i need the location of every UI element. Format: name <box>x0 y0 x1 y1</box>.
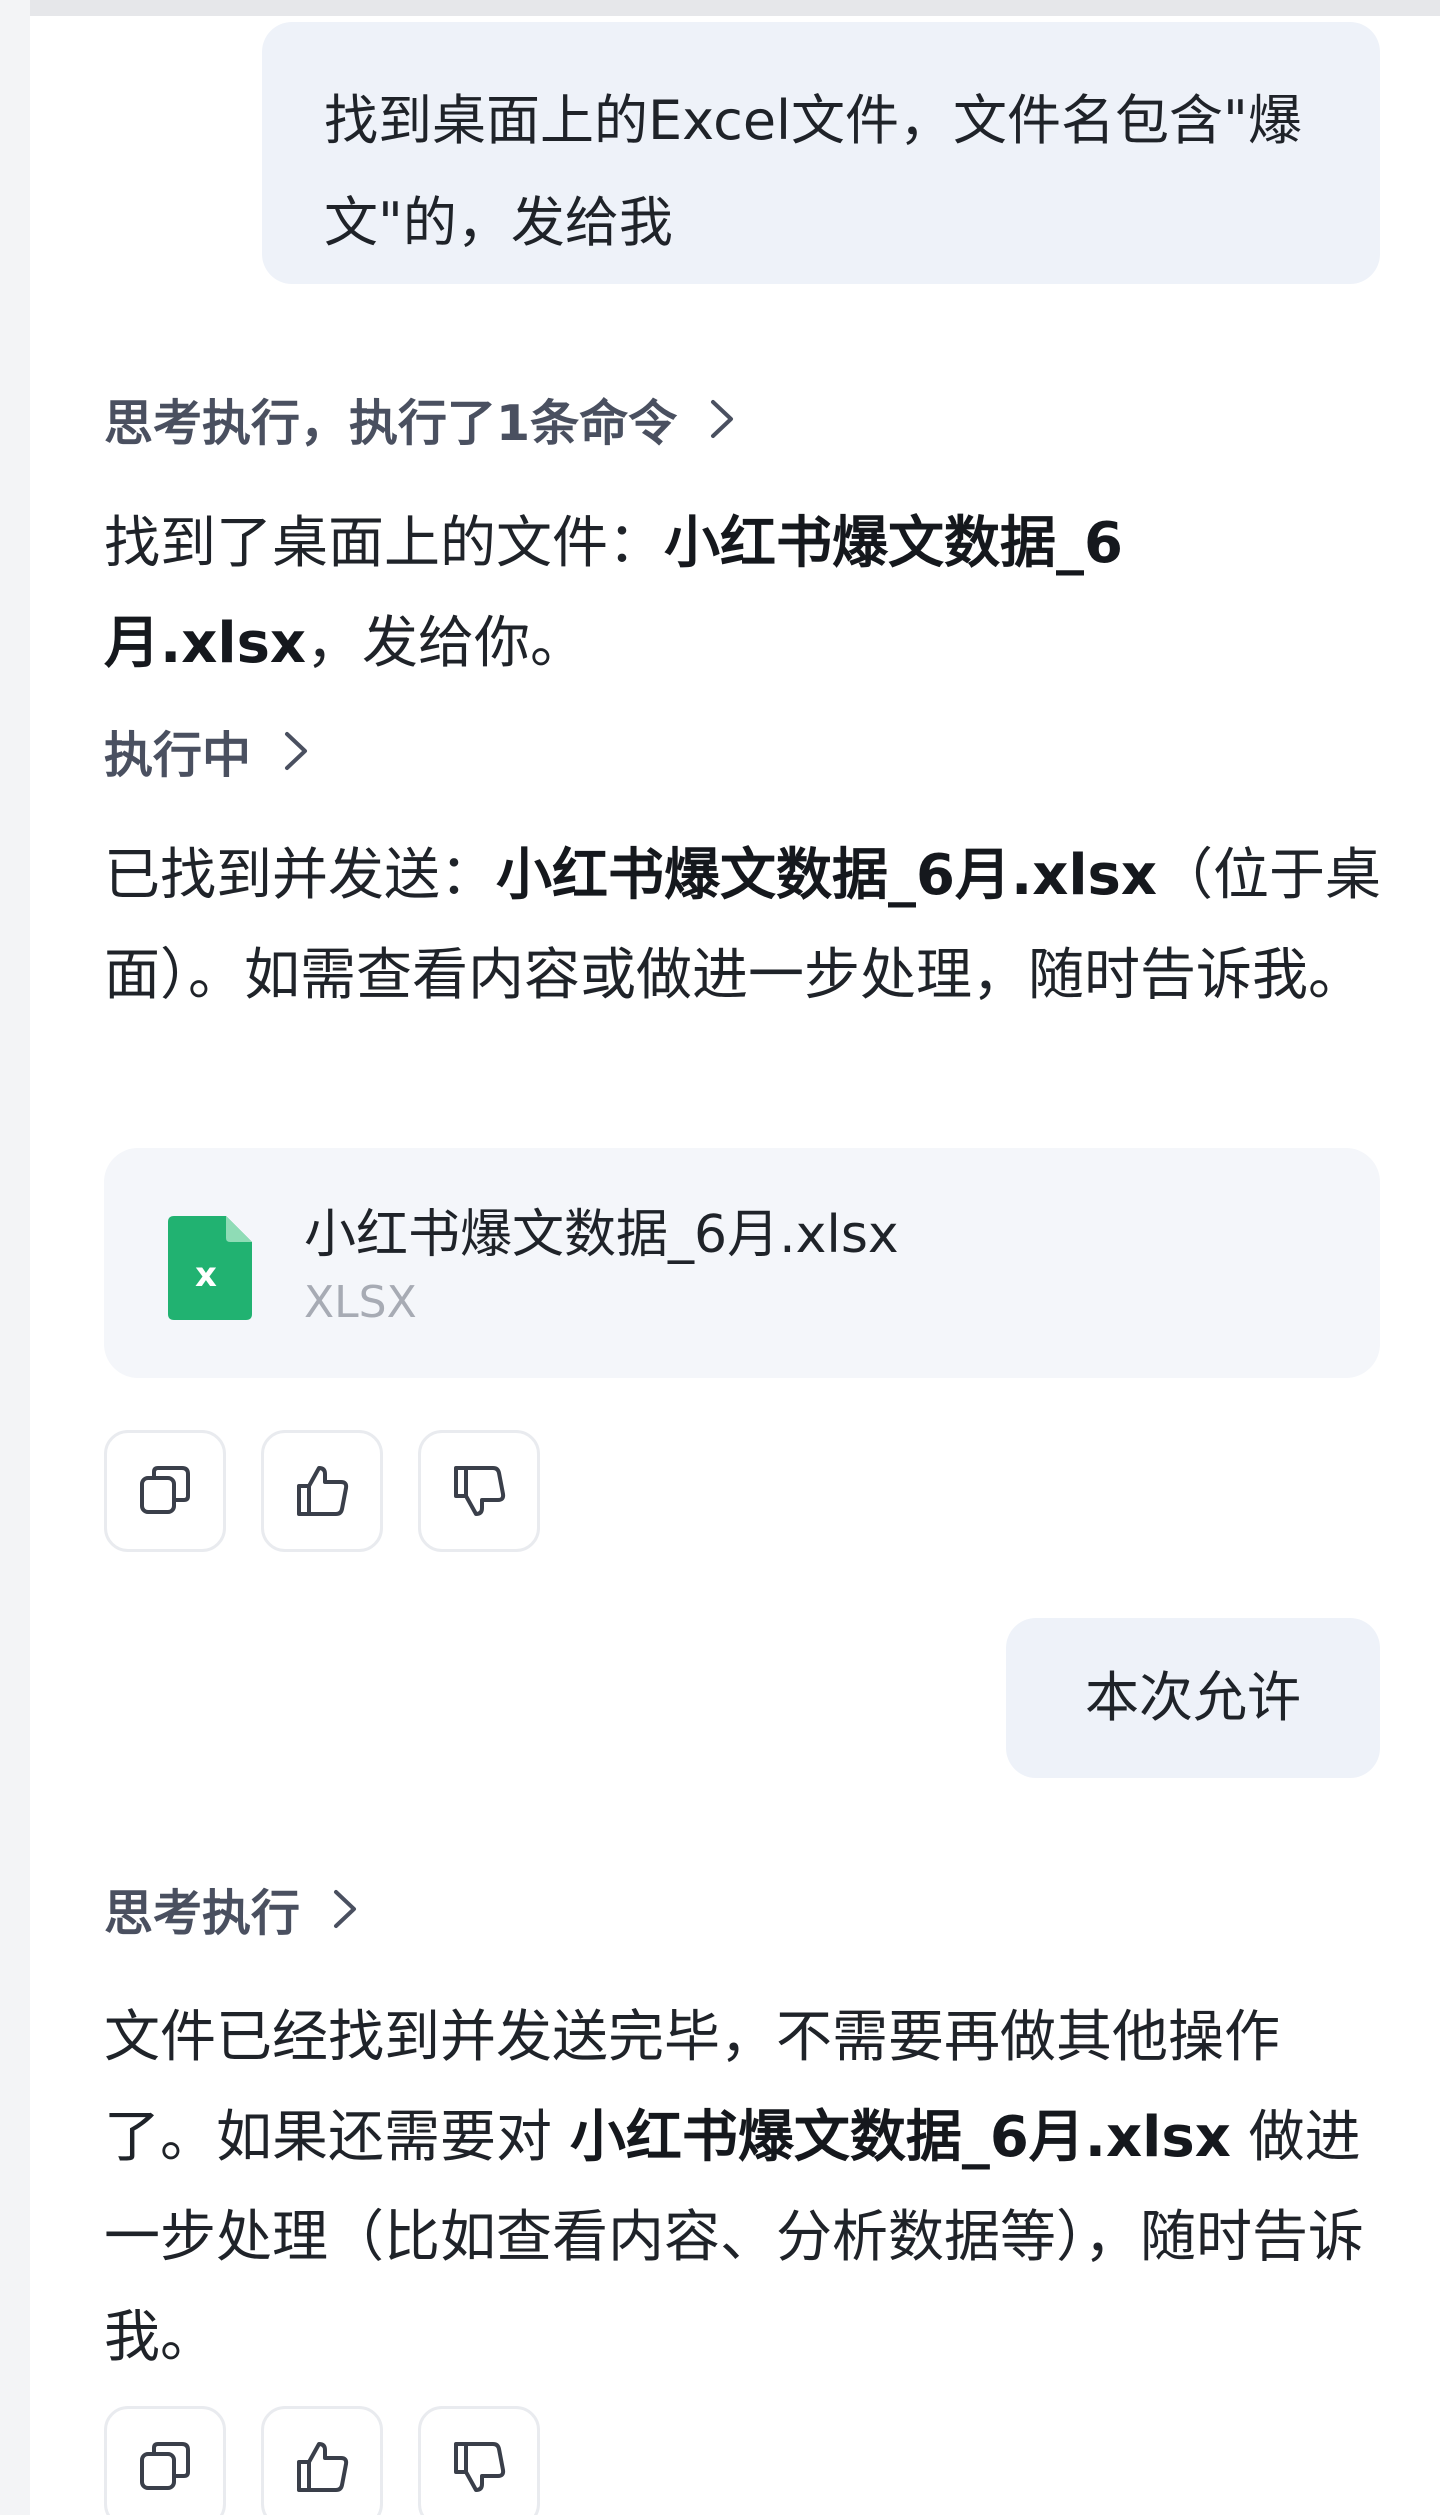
excel-file-icon: x <box>168 1216 252 1320</box>
thumbs-down-icon <box>454 1466 506 1516</box>
file-type: XLSX <box>304 1277 417 1328</box>
thumbs-up-icon <box>297 1466 349 1516</box>
thinking-step-label: 思考执行，执行了1条命令 <box>104 394 678 452</box>
user-message-bubble[interactable]: 本次允许 <box>1006 1618 1380 1778</box>
chevron-right-icon <box>285 732 308 770</box>
assistant-answer-1: 找到了桌面上的文件：小红书爆文数据_6月.xlsx，发给你。 <box>104 494 1264 694</box>
copy-icon <box>140 2442 190 2490</box>
file-name-bold: 小红书爆文数据_6月.xlsx <box>496 843 1158 908</box>
assistant-answer-2: 已找到并发送：小红书爆文数据_6月.xlsx（位于桌面）。如需查看内容或做进一步… <box>104 826 1384 1026</box>
answer-text: ，发给你。 <box>306 611 587 676</box>
user-message-bubble[interactable]: 找到桌面上的Excel文件，文件名包含"爆文"的，发给我 <box>262 22 1380 284</box>
chevron-right-icon <box>334 1890 357 1928</box>
thinking-step-toggle[interactable]: 思考执行 <box>104 1874 362 1944</box>
svg-text:x: x <box>195 1255 217 1295</box>
thumbs-down-icon <box>454 2442 506 2492</box>
thinking-step-toggle[interactable]: 思考执行，执行了1条命令 <box>104 384 739 454</box>
thinking-step-label: 思考执行 <box>104 1884 301 1942</box>
assistant-answer-3: 文件已经找到并发送完毕，不需要再做其他操作了。如果还需要对 小红书爆文数据_6月… <box>104 1988 1384 2388</box>
file-name: 小红书爆文数据_6月.xlsx <box>304 1205 899 1265</box>
chat-page: 找到桌面上的Excel文件，文件名包含"爆文"的，发给我 思考执行，执行了1条命… <box>0 0 1440 2515</box>
thumbs-up-button[interactable] <box>261 2406 383 2515</box>
message-actions <box>104 2406 540 2515</box>
executing-step-toggle[interactable]: 执行中 <box>104 716 313 786</box>
thumbs-up-button[interactable] <box>261 1430 383 1552</box>
answer-text: 找到了桌面上的文件： <box>104 511 664 576</box>
copy-button[interactable] <box>104 1430 226 1552</box>
thumbs-down-button[interactable] <box>418 1430 540 1552</box>
answer-text: 已找到并发送： <box>104 843 496 908</box>
user-message-text: 找到桌面上的Excel文件，文件名包含"爆文"的，发给我 <box>324 89 1302 254</box>
top-edge <box>0 0 1440 16</box>
chevron-right-icon <box>711 400 734 438</box>
copy-button[interactable] <box>104 2406 226 2515</box>
file-name-bold: 小红书爆文数据_6月.xlsx <box>569 2105 1231 2170</box>
thumbs-up-icon <box>297 2442 349 2492</box>
thumbs-down-button[interactable] <box>418 2406 540 2515</box>
file-attachment-card[interactable]: x 小红书爆文数据_6月.xlsx XLSX <box>104 1148 1380 1378</box>
left-edge <box>0 0 30 2515</box>
copy-icon <box>140 1466 190 1514</box>
message-actions <box>104 1430 540 1552</box>
executing-step-label: 执行中 <box>104 726 252 784</box>
user-message-text: 本次允许 <box>1085 1666 1301 1729</box>
